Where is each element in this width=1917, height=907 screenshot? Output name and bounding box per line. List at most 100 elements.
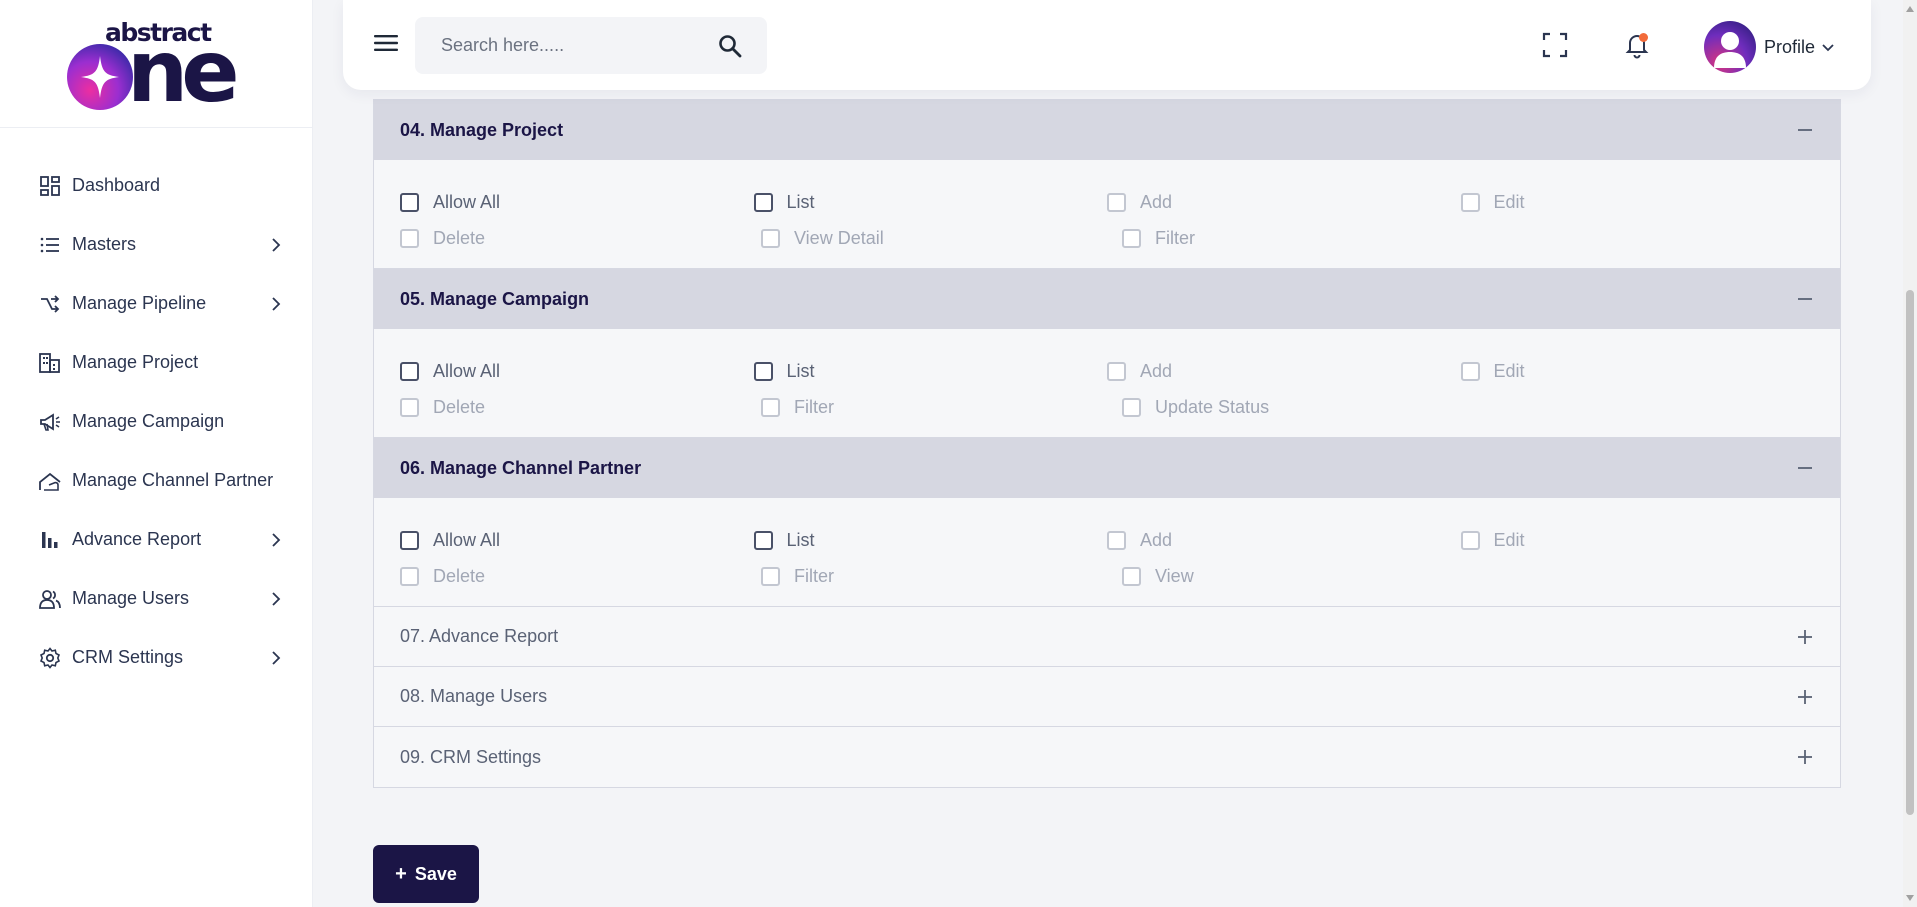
checkbox[interactable] xyxy=(400,566,419,586)
list-icon xyxy=(38,233,62,257)
scroll-down-arrow-icon[interactable] xyxy=(1906,895,1914,901)
chevron-right-icon[interactable] xyxy=(268,532,284,548)
checkbox[interactable] xyxy=(400,192,419,212)
fullscreen-icon xyxy=(1542,32,1568,58)
permission-filter[interactable]: Filter xyxy=(761,397,1122,418)
permission-allow-all[interactable]: Allow All xyxy=(400,192,754,213)
sidebar-item-advance-report[interactable]: Advance Report xyxy=(0,510,312,569)
permission-view-detail[interactable]: View Detail xyxy=(761,228,1122,249)
sidebar-item-manage-channel-partner[interactable]: Manage Channel Partner xyxy=(0,451,312,510)
checkbox[interactable] xyxy=(1107,530,1126,550)
users-icon xyxy=(38,587,62,611)
permission-edit[interactable]: Edit xyxy=(1460,361,1815,382)
section-header[interactable]: 06. Manage Channel Partner xyxy=(374,438,1840,498)
checkbox[interactable] xyxy=(761,228,780,248)
checkbox[interactable] xyxy=(753,361,773,381)
profile-menu[interactable]: Profile xyxy=(1704,21,1835,73)
checkbox[interactable] xyxy=(1460,530,1480,550)
permission-row: Delete View Detail Filter xyxy=(400,220,1814,256)
save-button[interactable]: + Save xyxy=(373,845,479,903)
checkbox[interactable] xyxy=(400,228,419,248)
permission-label: Allow All xyxy=(433,529,501,550)
permission-add[interactable]: Add xyxy=(1107,361,1461,382)
section-title: 06. Manage Channel Partner xyxy=(400,457,642,478)
search-input[interactable] xyxy=(441,35,721,56)
notifications-button[interactable] xyxy=(1623,31,1651,64)
scroll-up-arrow-icon[interactable] xyxy=(1906,6,1914,12)
checkbox[interactable] xyxy=(753,530,773,550)
permission-row: Allow All List Add Edit xyxy=(400,184,1814,220)
checkbox[interactable] xyxy=(400,397,419,417)
chevron-down-icon xyxy=(1822,44,1834,52)
sidebar-item-manage-campaign[interactable]: Manage Campaign xyxy=(0,392,312,451)
checkbox[interactable] xyxy=(1107,192,1126,212)
permission-filter[interactable]: Filter xyxy=(1122,228,1483,249)
checkbox[interactable] xyxy=(400,361,419,381)
building-icon xyxy=(38,351,62,375)
sidebar-item-manage-pipeline[interactable]: Manage Pipeline xyxy=(0,274,312,333)
scrollbar-thumb[interactable] xyxy=(1906,290,1914,815)
permission-label: Edit xyxy=(1493,529,1525,550)
sidebar-item-manage-users[interactable]: Manage Users xyxy=(0,569,312,628)
notification-dot xyxy=(1639,33,1648,42)
collapsed-section-header[interactable]: 09. CRM Settings xyxy=(374,727,1840,787)
permission-filter[interactable]: Filter xyxy=(761,566,1122,587)
permission-update-status[interactable]: Update Status xyxy=(1122,397,1483,418)
permission-list[interactable]: List xyxy=(753,529,1108,551)
permission-label: List xyxy=(786,529,815,550)
expand-plus-icon[interactable] xyxy=(1796,748,1814,766)
checkbox[interactable] xyxy=(761,397,780,417)
collapse-minus-icon[interactable] xyxy=(1796,459,1814,477)
permissions-panel: 04. Manage Project Allow All List Add Edit De… xyxy=(373,99,1841,788)
checkbox[interactable] xyxy=(1122,566,1141,586)
permission-add[interactable]: Add xyxy=(1107,192,1461,213)
expand-plus-icon[interactable] xyxy=(1796,628,1814,646)
permission-delete[interactable]: Delete xyxy=(400,228,761,249)
section-header[interactable]: 05. Manage Campaign xyxy=(374,269,1840,329)
megaphone-icon xyxy=(38,410,62,434)
permission-view[interactable]: View xyxy=(1122,566,1483,587)
checkbox[interactable] xyxy=(753,192,773,212)
permission-label: Add xyxy=(1140,529,1173,550)
permission-edit[interactable]: Edit xyxy=(1460,529,1815,551)
top-header: Profile xyxy=(343,0,1871,90)
permission-edit[interactable]: Edit xyxy=(1460,192,1815,213)
collapse-minus-icon[interactable] xyxy=(1796,290,1814,308)
sidebar-item-manage-project[interactable]: Manage Project xyxy=(0,333,312,392)
permission-delete[interactable]: Delete xyxy=(400,397,761,418)
sidebar-item-crm-settings[interactable]: CRM Settings xyxy=(0,628,312,687)
checkbox[interactable] xyxy=(761,566,780,586)
section-header[interactable]: 04. Manage Project xyxy=(374,100,1840,160)
sidebar-item-label: CRM Settings xyxy=(72,647,184,667)
checkbox[interactable] xyxy=(1460,361,1480,381)
checkbox[interactable] xyxy=(1460,192,1480,212)
permission-allow-all[interactable]: Allow All xyxy=(400,530,754,551)
checkbox[interactable] xyxy=(1122,228,1141,248)
permission-allow-all[interactable]: Allow All xyxy=(400,361,754,382)
permission-list[interactable]: List xyxy=(753,192,1108,213)
chevron-right-icon[interactable] xyxy=(268,237,284,253)
sidebar-item-masters[interactable]: Masters xyxy=(0,215,312,274)
chevron-right-icon[interactable] xyxy=(268,591,284,607)
permission-add[interactable]: Add xyxy=(1107,530,1461,551)
collapsed-section-header[interactable]: 08. Manage Users xyxy=(374,667,1840,727)
collapse-minus-icon[interactable] xyxy=(1796,121,1814,139)
expand-plus-icon[interactable] xyxy=(1796,688,1814,706)
fullscreen-button[interactable] xyxy=(1542,32,1568,63)
checkbox[interactable] xyxy=(400,530,419,550)
page-scrollbar[interactable] xyxy=(1903,0,1917,907)
sidebar-item-label: Dashboard xyxy=(72,175,161,195)
permission-delete[interactable]: Delete xyxy=(400,566,761,587)
brand-logo-mark xyxy=(67,43,133,110)
chevron-right-icon[interactable] xyxy=(268,650,284,666)
sidebar-item-dashboard[interactable]: Dashboard xyxy=(0,156,312,215)
checkbox[interactable] xyxy=(1107,361,1126,381)
hamburger-menu-button[interactable] xyxy=(373,30,399,56)
sidebar-item-label: Advance Report xyxy=(72,529,202,549)
permission-list[interactable]: List xyxy=(753,361,1108,382)
collapsed-section-header[interactable]: 07. Advance Report xyxy=(374,607,1840,667)
chevron-right-icon[interactable] xyxy=(268,296,284,312)
search-button[interactable] xyxy=(717,33,743,64)
brand-logo[interactable]: abstract ne xyxy=(61,14,251,120)
checkbox[interactable] xyxy=(1122,397,1141,417)
